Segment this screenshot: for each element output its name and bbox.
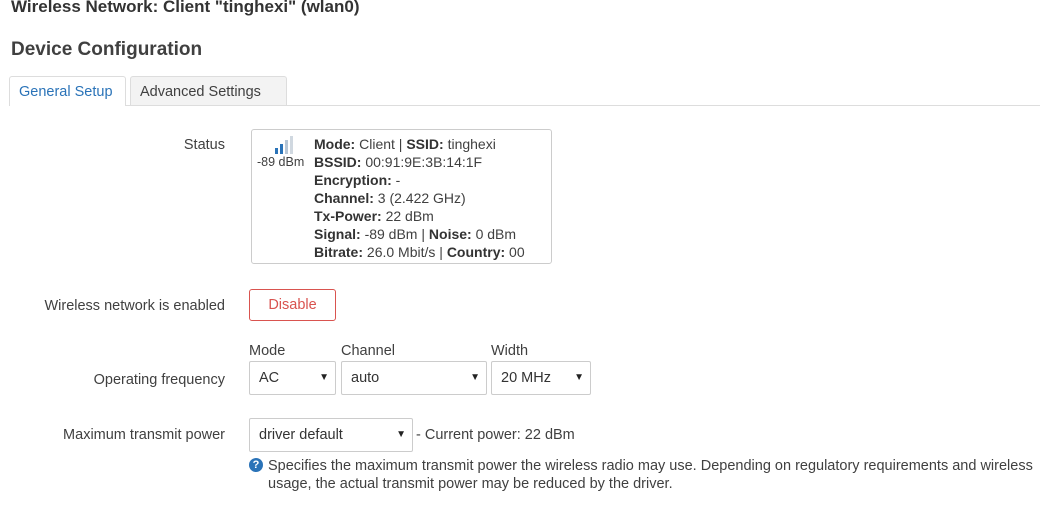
signal-strength-icon — [275, 136, 293, 154]
channel-select[interactable]: auto ▼ — [341, 361, 487, 395]
operating-frequency-label: Operating frequency — [93, 372, 225, 388]
disable-button[interactable]: Disable — [249, 289, 336, 321]
mode-select-value: AC — [259, 370, 280, 386]
channel-select-value: auto — [351, 370, 380, 386]
status-line-txpower: Tx-Power: 22 dBm — [314, 208, 434, 224]
chevron-down-icon: ▼ — [396, 429, 406, 440]
tab-general-setup[interactable]: General Setup — [9, 76, 126, 106]
max-transmit-power-label: Maximum transmit power — [63, 427, 225, 443]
status-line-bitrate: Bitrate: 26.0 Mbit/s | Country: 00 — [314, 244, 525, 260]
transmit-power-help-text: Specifies the maximum transmit power the… — [268, 458, 1033, 492]
current-power-note: - Current power: 22 dBm — [416, 427, 575, 443]
tab-advanced-settings[interactable]: Advanced Settings — [130, 76, 287, 105]
chevron-down-icon: ▼ — [319, 372, 329, 383]
section-title: Device Configuration — [11, 39, 203, 60]
width-select[interactable]: 20 MHz ▼ — [491, 361, 591, 395]
width-header: Width — [491, 343, 529, 359]
status-details: Mode: Client | SSID: tinghexi BSSID: 00:… — [314, 135, 525, 261]
status-label: Status — [183, 137, 225, 153]
signal-dbm-value: -89 dBm — [257, 155, 305, 169]
tab-bar: General Setup Advanced Settings — [9, 76, 1040, 106]
status-line-channel: Channel: 3 (2.422 GHz) — [314, 190, 466, 206]
chevron-down-icon: ▼ — [470, 372, 480, 383]
page-title: Wireless Network: Client "tinghexi" (wla… — [11, 0, 360, 16]
mode-header: Mode — [249, 343, 286, 359]
chevron-down-icon: ▼ — [574, 372, 584, 383]
channel-header: Channel — [341, 343, 396, 359]
wireless-enabled-label: Wireless network is enabled — [44, 298, 225, 314]
status-line-signal: Signal: -89 dBm | Noise: 0 dBm — [314, 226, 517, 242]
transmit-power-select[interactable]: driver default ▼ — [249, 418, 413, 452]
status-line-encryption: Encryption: - — [314, 172, 401, 188]
transmit-power-select-value: driver default — [259, 427, 343, 443]
question-circle-icon: ? — [249, 458, 263, 472]
status-line-mode: Mode: Client | SSID: tinghexi — [314, 136, 496, 152]
mode-select[interactable]: AC ▼ — [249, 361, 336, 395]
status-box: -89 dBm Mode: Client | SSID: tinghexi BS… — [251, 129, 552, 264]
status-line-bssid: BSSID: 00:91:9E:3B:14:1F — [314, 154, 483, 170]
width-select-value: 20 MHz — [501, 370, 551, 386]
